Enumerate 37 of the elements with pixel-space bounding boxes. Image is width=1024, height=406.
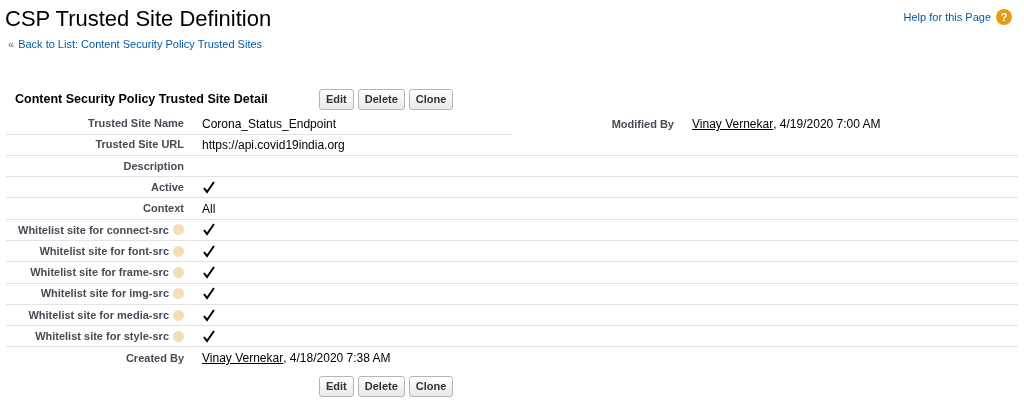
action-button[interactable]: Edit: [319, 375, 354, 397]
help-icon[interactable]: [173, 224, 184, 236]
date-text: , 4/19/2020 7:00 AM: [773, 116, 881, 133]
help-icon[interactable]: [173, 245, 184, 257]
user-link[interactable]: Vinay Vernekar: [692, 115, 774, 133]
action-button[interactable]: Edit: [319, 88, 354, 110]
user-link[interactable]: Vinay Vernekar: [202, 349, 284, 368]
help-icon[interactable]: [173, 309, 184, 321]
field-label: Trusted Site Name: [88, 116, 184, 132]
field-label: Description: [123, 158, 184, 174]
field-value: Corona_Status_Endpoint: [201, 115, 337, 133]
date-text: , 4/18/2020 7:38 AM: [283, 350, 391, 368]
section-title: Content Security Policy Trusted Site Detail: [15, 90, 269, 108]
page-title: CSP Trusted Site Definition: [5, 5, 272, 33]
help-link[interactable]: Help for this Page: [903, 9, 991, 26]
help-icon[interactable]: [173, 266, 184, 278]
field-label: Created By: [125, 350, 184, 366]
field-label: Active: [150, 180, 184, 195]
field-label: Whitelist site for connect-src: [18, 222, 169, 238]
field-label: Context: [143, 201, 184, 217]
field-label: Whitelist site for style-src: [35, 329, 169, 345]
help-icon[interactable]: [173, 288, 184, 300]
action-button[interactable]: Delete: [357, 375, 405, 397]
field-value: All: [202, 200, 216, 218]
action-button[interactable]: Delete: [357, 88, 405, 110]
help-icon[interactable]: [173, 330, 184, 342]
back-arrow-icon: «: [8, 36, 15, 53]
field-label: Whitelist site for frame-src: [30, 265, 169, 281]
action-button[interactable]: Clone: [408, 375, 454, 397]
field-label: Whitelist site for font-src: [39, 243, 169, 259]
action-button[interactable]: Clone: [408, 88, 454, 110]
field-value: https://api.covid19india.org: [202, 136, 345, 154]
field-label: Whitelist site for img-src: [40, 286, 169, 302]
field-label: Modified By: [611, 116, 674, 132]
back-link[interactable]: Back to List: Content Security Policy Trusted Sites: [18, 36, 263, 53]
field-label: Trusted Site URL: [95, 137, 184, 153]
field-label: Whitelist site for media-src: [28, 307, 169, 323]
